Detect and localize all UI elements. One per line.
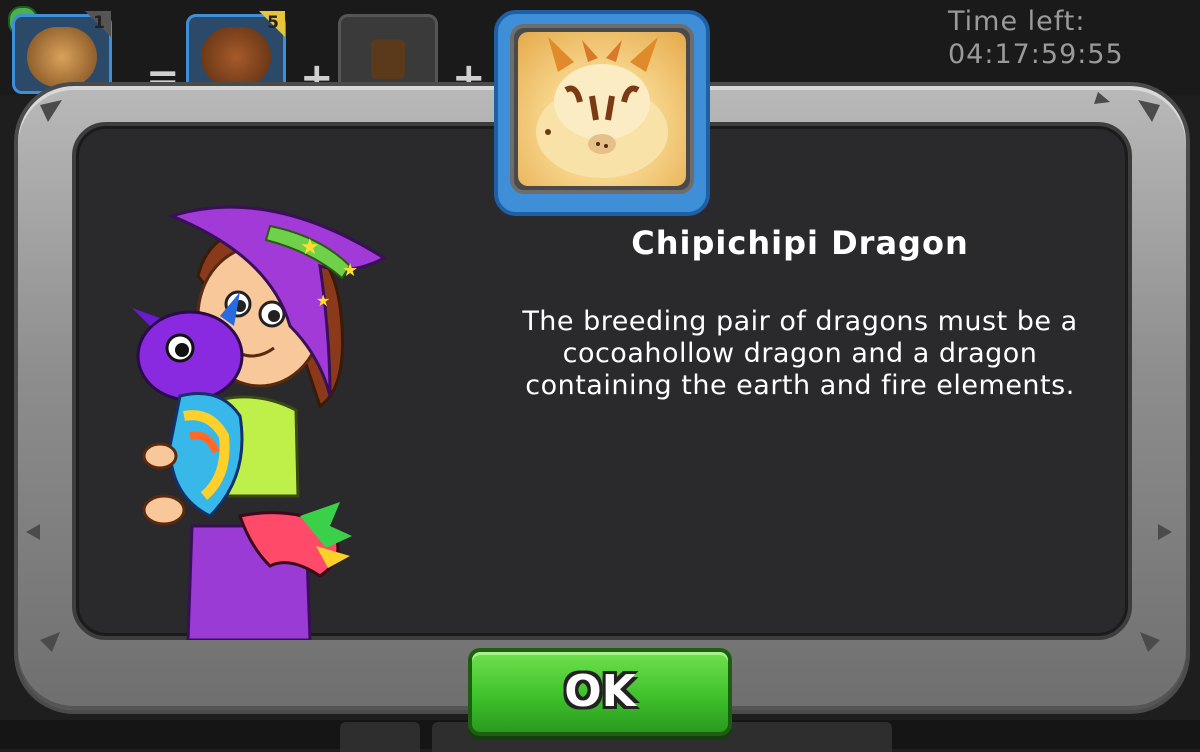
dragon-portrait (494, 10, 710, 216)
dragon-portrait-inner (510, 24, 694, 194)
dialog-title: Chipichipi Dragon (631, 224, 969, 262)
dialog-description: The breeding pair of dragons must be a c… (522, 306, 1078, 401)
witch-character-illustration: ★ ★ ★ (120, 196, 420, 642)
svg-text:★: ★ (342, 260, 358, 281)
witch-girl-icon: ★ ★ ★ (132, 205, 387, 642)
dragon-icon (536, 37, 668, 178)
ok-button-label: OK (564, 666, 636, 717)
chipichipi-dragon-image (518, 32, 686, 186)
svg-text:★: ★ (300, 235, 320, 260)
ok-button[interactable]: OK (468, 648, 732, 736)
svg-text:★: ★ (316, 291, 330, 310)
